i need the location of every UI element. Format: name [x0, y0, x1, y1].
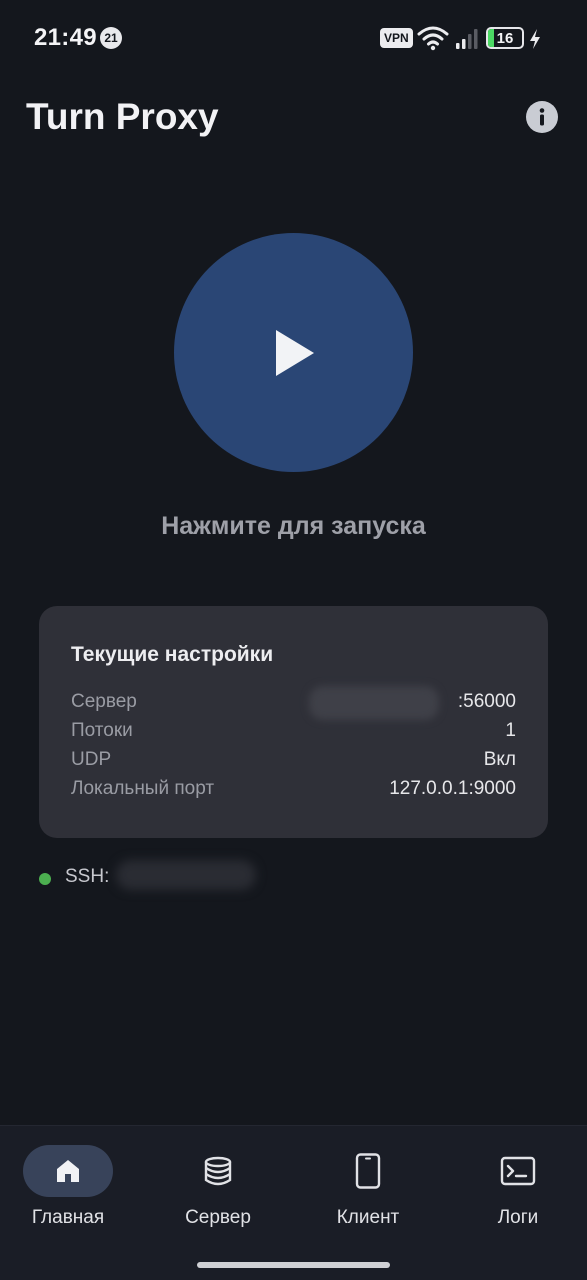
start-button[interactable]	[174, 233, 413, 472]
server-value: :56000	[457, 691, 516, 712]
nav-item-server[interactable]: Сервер	[145, 1126, 291, 1256]
terminal-icon	[500, 1156, 536, 1186]
local-port-label: Локальный порт	[71, 778, 215, 799]
settings-row-server: Сервер :56000	[71, 691, 516, 717]
server-label: Сервер	[71, 691, 137, 712]
nav-pill-server	[173, 1145, 263, 1197]
settings-row-streams: Потоки 1	[71, 720, 516, 746]
ssh-label: SSH:	[65, 866, 110, 887]
udp-value: Вкл	[483, 749, 516, 770]
streams-label: Потоки	[71, 720, 133, 741]
settings-title: Текущие настройки	[71, 643, 274, 666]
nav-item-home[interactable]: Главная	[0, 1126, 141, 1256]
nav-active-indicator	[23, 1145, 113, 1197]
nav-label-server: Сервер	[185, 1207, 251, 1228]
wifi-icon	[417, 26, 449, 51]
nav-label-logs: Логи	[497, 1207, 539, 1228]
nav-label-home: Главная	[31, 1207, 105, 1228]
info-icon	[539, 108, 545, 126]
play-icon	[275, 329, 314, 376]
notification-badge: 21	[100, 27, 122, 49]
app-title: Turn Proxy	[26, 96, 219, 137]
bottom-nav: Главная Сервер Клиент Логи	[0, 1125, 587, 1280]
battery-level: 16	[496, 29, 514, 47]
udp-label: UDP	[71, 749, 112, 770]
nav-label-client: Клиент	[336, 1207, 400, 1228]
nav-pill-logs	[473, 1145, 563, 1197]
phone-icon	[355, 1153, 381, 1189]
app-screen: 21:49 21 VPN 16 Turn Proxy Нажмите для з…	[0, 0, 587, 1280]
nav-item-client[interactable]: Клиент	[295, 1126, 441, 1256]
settings-row-local-port: Локальный порт 127.0.0.1:9000	[71, 778, 516, 804]
current-settings-card: Текущие настройки Сервер :56000 Потоки 1…	[39, 606, 548, 838]
home-icon	[57, 1160, 79, 1182]
redacted-ssh-host	[116, 860, 256, 890]
vpn-badge: VPN	[380, 28, 413, 48]
battery-icon: 16	[486, 27, 524, 49]
streams-value: 1	[505, 720, 516, 741]
start-hint: Нажмите для запуска	[161, 512, 426, 540]
status-time: 21:49	[34, 24, 97, 51]
database-icon	[204, 1156, 232, 1186]
home-indicator[interactable]	[197, 1262, 390, 1268]
info-button[interactable]	[526, 101, 558, 133]
signal-icon	[456, 29, 478, 49]
nav-item-logs[interactable]: Логи	[445, 1126, 587, 1256]
local-port-value: 127.0.0.1:9000	[389, 778, 516, 799]
redacted-server-host	[309, 686, 439, 720]
ssh-status-dot	[39, 873, 51, 885]
nav-pill-client	[323, 1145, 413, 1197]
charging-bolt-icon	[530, 29, 540, 49]
settings-row-udp: UDP Вкл	[71, 749, 516, 775]
status-bar: 21:49 21 VPN 16	[0, 0, 587, 76]
